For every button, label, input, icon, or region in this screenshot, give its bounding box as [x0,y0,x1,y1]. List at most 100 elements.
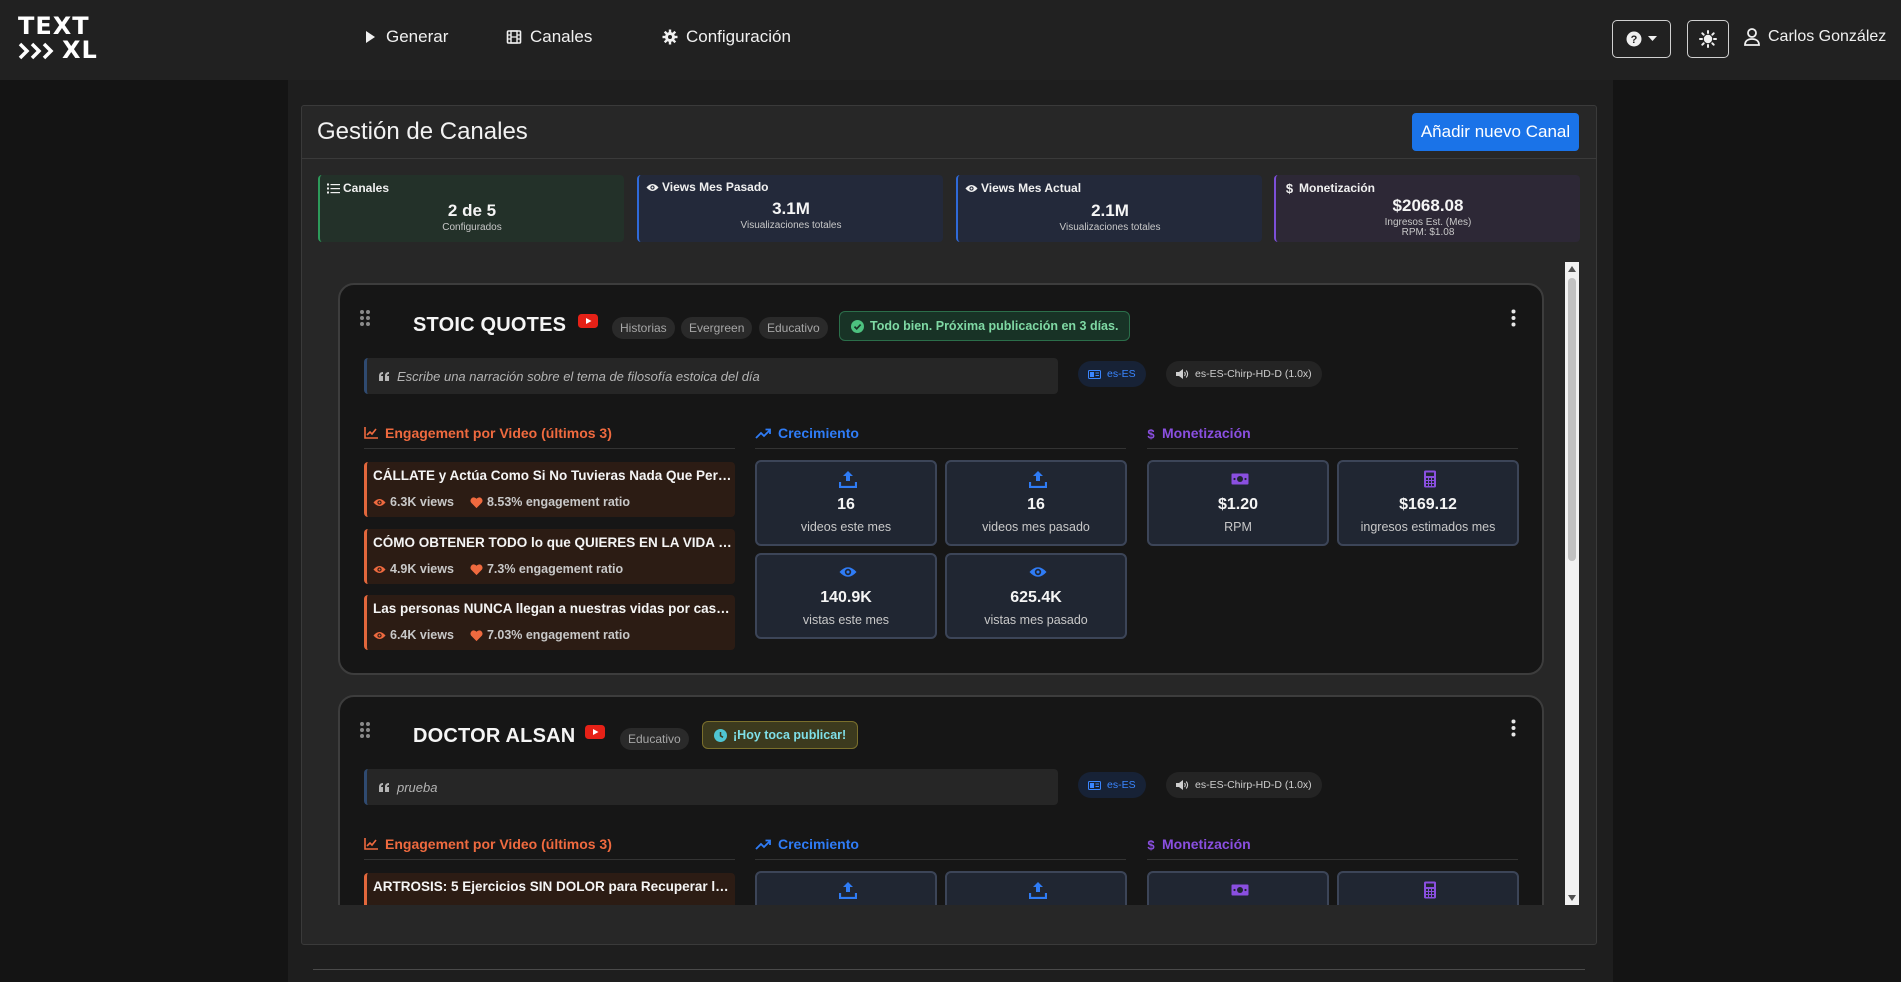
logo-chevrons-icon [18,42,54,60]
section-divider [364,448,735,449]
nav-canales[interactable]: Canales [506,27,592,47]
channel-tag: Evergreen [681,317,753,339]
prompt-box: prueba [364,769,1058,805]
metric-card: 16 videos mes pasado [945,460,1127,546]
scroll-up-arrow-icon[interactable] [1568,266,1576,272]
calculator-icon [1424,881,1436,899]
upload-icon [1029,882,1047,899]
film-icon [506,30,522,44]
metric-card [1147,871,1329,905]
metric-card: 625.4K vistas mes pasado [945,553,1127,639]
channel-tag: Educativo [759,317,828,339]
metric-card [1337,871,1519,905]
monetization-section-label: Monetización [1162,425,1251,441]
scrollbar-thumb[interactable] [1568,278,1576,561]
heart-icon [470,563,483,575]
svg-text:$: $ [1147,838,1155,851]
logo-text-bottom: XL [62,36,98,64]
vertical-scrollbar[interactable] [1565,262,1579,905]
video-title: ARTROSIS: 5 Ejercicios SIN DOLOR para Re… [373,879,733,894]
video-engagement-item[interactable]: ARTROSIS: 5 Ejercicios SIN DOLOR para Re… [364,873,735,905]
upload-icon [1029,471,1047,488]
voice-text: es-ES-Chirp-HD-D (1.0x) [1195,368,1312,380]
channel-name: STOIC QUOTES [413,314,567,336]
nav-configuracion[interactable]: Configuración [662,27,791,47]
metric-value: 16 [1027,496,1045,513]
volume-icon [1176,780,1189,790]
metric-card: $1.20 RPM [1147,460,1329,546]
metric-card: $169.12 ingresos estimados mes [1337,460,1519,546]
video-title: Las personas NUNCA llegan a nuestras vid… [373,601,733,616]
line-chart-icon [364,838,378,850]
channels-scroll-area[interactable]: STOIC QUOTES Historias Evergreen Educati… [338,262,1565,905]
growth-section-label: Crecimiento [778,836,859,852]
eye-icon [1029,567,1047,577]
channel-tag: Educativo [620,728,689,750]
metric-value: 140.9K [820,589,872,606]
monetization-section-label: Monetización [1162,836,1251,852]
metric-value: 625.4K [1010,589,1062,606]
drag-handle-icon[interactable] [359,309,371,327]
add-channel-button[interactable]: Añadir nuevo Canal [1412,113,1579,151]
upload-icon [839,882,857,899]
svg-text:$: $ [1147,427,1155,440]
drag-handle-icon[interactable] [359,721,371,739]
heart-icon [470,496,483,508]
nav-configuracion-label: Configuración [686,27,791,46]
panel-header-divider [302,158,1596,159]
video-metrics: 6.3K views 8.53% engagement ratio [373,495,630,509]
video-engagement-item[interactable]: Las personas NUNCA llegan a nuestras vid… [364,595,735,650]
user-icon [1744,28,1760,46]
stat-label: Canales [327,181,389,195]
stat-label-text: Views Mes Actual [981,181,1082,195]
voice-pill: es-ES-Chirp-HD-D (1.0x) [1166,772,1322,798]
metric-label: vistas este mes [802,613,890,627]
kebab-menu-icon[interactable] [1511,309,1516,327]
video-engagement-item[interactable]: CÓMO OBTENER TODO lo que QUIERES EN LA V… [364,529,735,584]
language-icon [1088,369,1101,379]
kebab-menu-icon[interactable] [1511,719,1516,737]
growth-section-title: Crecimiento [755,836,859,852]
language-pill: es-ES [1078,772,1146,798]
status-text: ¡Hoy toca publicar! [733,728,847,742]
user-menu[interactable]: Carlos González [1744,28,1886,46]
metric-card [755,871,937,905]
scroll-down-arrow-icon[interactable] [1568,895,1576,901]
video-views: 6.3K views [390,495,454,509]
voice-text: es-ES-Chirp-HD-D (1.0x) [1195,779,1312,791]
nav-canales-label: Canales [530,27,593,46]
section-divider [755,859,1126,860]
stat-value: $2068.08 [1392,196,1464,215]
eye-icon [839,567,857,577]
stat-card-canales: Canales 2 de 5 Configurados [318,175,624,242]
growth-section-label: Crecimiento [778,425,859,441]
theme-toggle-button[interactable] [1687,20,1729,58]
help-dropdown-button[interactable]: ? [1612,20,1671,58]
video-engagement-item[interactable]: CÁLLATE y Actúa Como Si No Tuvieras Nada… [364,462,735,517]
language-icon [1088,780,1101,790]
monetization-section-title: $ Monetización [1147,836,1251,852]
dollar-icon: $ [1286,182,1294,195]
engagement-section-label: Engagement por Video (últimos 3) [385,836,612,852]
metric-label: RPM [1224,520,1252,534]
user-name: Carlos González [1768,28,1887,45]
dollar-icon: $ [1147,838,1155,851]
status-badge: Todo bien. Próxima publicación en 3 días… [839,311,1131,341]
stat-value: 2 de 5 [447,201,497,220]
textxl-logo[interactable]: TEXT XL [18,12,106,64]
stat-value: 2.1M [1091,201,1129,220]
stat-sub: Visualizaciones totales [740,220,842,231]
language-text: es-ES [1107,368,1136,380]
prompt-text: Escribe una narración sobre el tema de f… [397,368,760,384]
quote-icon [379,371,389,381]
video-metrics: 6.4K views 7.03% engagement ratio [373,628,630,642]
youtube-icon [578,314,598,328]
growth-section-title: Crecimiento [755,425,859,441]
page-title: Gestión de Canales [317,118,528,145]
section-divider [364,859,735,860]
metric-value: $1.20 [1217,496,1259,513]
channel-card: STOIC QUOTES Historias Evergreen Educati… [338,283,1544,675]
nav-generar[interactable]: Generar [362,27,448,47]
eye-icon [373,631,386,639]
channel-tag: Historias [612,317,675,339]
